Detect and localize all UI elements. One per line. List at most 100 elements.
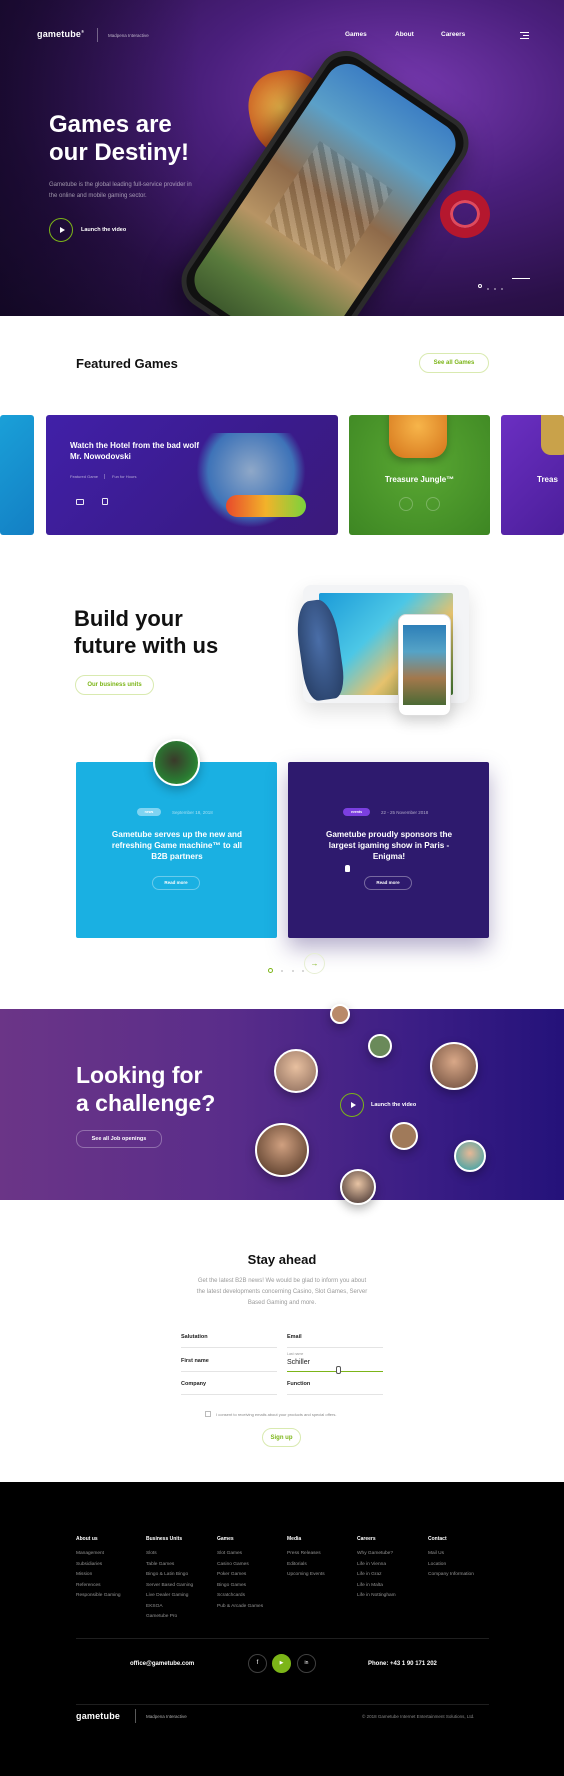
salutation-field[interactable]: Salutation bbox=[181, 1334, 208, 1340]
footer-link[interactable]: Subsidiaries bbox=[76, 1562, 102, 1567]
footer-link[interactable]: Mission bbox=[76, 1572, 92, 1577]
hero-next-arrow[interactable] bbox=[512, 278, 530, 279]
footer-link[interactable]: Poker Games bbox=[217, 1572, 246, 1577]
facebook-icon[interactable]: f bbox=[248, 1654, 267, 1673]
footer-link[interactable]: EKSOA bbox=[146, 1604, 163, 1609]
news-next-arrow-icon[interactable]: → bbox=[304, 953, 325, 974]
team-avatar bbox=[390, 1122, 418, 1150]
launch-video-label[interactable]: Launch the video bbox=[371, 1102, 416, 1108]
news-title[interactable]: Gametube proudly sponsors the largest ig… bbox=[322, 829, 456, 862]
footer-link[interactable]: Life in Vienna bbox=[357, 1562, 386, 1567]
phone-mockup-small bbox=[398, 614, 451, 716]
see-all-games-button[interactable]: See all Games bbox=[419, 353, 489, 373]
footer-link[interactable]: Pub & Arcade Games bbox=[217, 1604, 263, 1609]
news-title[interactable]: Gametube serves up the new and refreshin… bbox=[110, 829, 244, 862]
footer-link[interactable]: Management bbox=[76, 1551, 104, 1556]
challenge-title: Looking for a challenge? bbox=[76, 1062, 216, 1116]
sign-up-button[interactable]: Sign up bbox=[262, 1428, 301, 1447]
game-card-featured[interactable]: Watch the Hotel from the bad wolf Mr. No… bbox=[46, 415, 338, 535]
footer-link[interactable]: Server Based Gaming bbox=[146, 1583, 193, 1588]
newsletter-text: Get the latest B2B news! We would be gla… bbox=[196, 1278, 368, 1306]
footer-link[interactable]: Casino Games bbox=[217, 1562, 249, 1567]
last-name-input[interactable]: Schiller bbox=[287, 1359, 310, 1366]
function-field[interactable]: Function bbox=[287, 1381, 310, 1387]
read-more-button[interactable]: Read more bbox=[364, 876, 412, 890]
hero-slider-dots[interactable] bbox=[478, 277, 508, 295]
footer-link[interactable]: Gametube Pro bbox=[146, 1614, 177, 1619]
challenge-section: Looking for a challenge? See all Job open… bbox=[0, 1004, 564, 1205]
team-avatar bbox=[454, 1140, 486, 1172]
footer-link[interactable]: Location bbox=[428, 1562, 446, 1567]
dragon-tail-illustration bbox=[440, 190, 490, 238]
footer-link[interactable]: Slots bbox=[146, 1551, 157, 1556]
footer-link[interactable]: Bingo & Latin Bingo bbox=[146, 1572, 188, 1577]
logo[interactable]: gametube® bbox=[37, 29, 84, 39]
footer-link[interactable]: Press Releases bbox=[287, 1551, 321, 1556]
game-card-next[interactable]: Treas bbox=[501, 415, 564, 535]
email-field[interactable]: Email bbox=[287, 1334, 302, 1340]
nav-about[interactable]: About bbox=[395, 31, 414, 38]
consent-checkbox[interactable] bbox=[205, 1411, 211, 1417]
business-units-button[interactable]: Our business units bbox=[75, 675, 154, 695]
footer-link[interactable]: Editorials bbox=[287, 1562, 307, 1567]
footer-link[interactable]: Live Dealer Gaming bbox=[146, 1593, 188, 1598]
footer-link[interactable]: Scratchcards bbox=[217, 1593, 245, 1598]
newsletter-title: Stay ahead bbox=[247, 1252, 317, 1267]
footer-link[interactable]: Bingo Games bbox=[217, 1583, 246, 1588]
footer-column-heading: Contact bbox=[428, 1536, 447, 1542]
footer-link[interactable]: Mail Us bbox=[428, 1551, 444, 1556]
cursor-icon bbox=[345, 865, 350, 872]
youtube-icon[interactable]: ▶ bbox=[272, 1654, 291, 1673]
nav-careers[interactable]: Careers bbox=[441, 31, 465, 38]
footer-divider bbox=[76, 1704, 489, 1705]
mobile-icon bbox=[426, 497, 440, 511]
hand-cursor-icon bbox=[336, 1366, 341, 1374]
game-card-treasure-jungle[interactable]: Treasure Jungle™ bbox=[349, 415, 490, 535]
news-avatar bbox=[153, 739, 200, 786]
footer-link[interactable]: Upcoming Events bbox=[287, 1572, 325, 1577]
game-app-icon bbox=[541, 415, 564, 455]
read-more-button[interactable]: Read more bbox=[152, 876, 200, 890]
hamburger-icon[interactable] bbox=[520, 32, 529, 41]
company-field[interactable]: Company bbox=[181, 1381, 206, 1387]
desktop-icon bbox=[76, 499, 84, 505]
news-card[interactable]: events 22 - 25 November 2018 Gametube pr… bbox=[288, 762, 489, 938]
footer-link[interactable]: Life in Malta bbox=[357, 1583, 383, 1588]
footer-link[interactable]: Life in Graz bbox=[357, 1572, 382, 1577]
linkedin-icon[interactable]: in bbox=[297, 1654, 316, 1673]
footer-link[interactable]: Life in Nottingham bbox=[357, 1593, 396, 1598]
footer-link[interactable]: Company Information bbox=[428, 1572, 474, 1577]
bear-app-icon bbox=[389, 415, 447, 458]
field-underline bbox=[181, 1394, 277, 1395]
play-video-button[interactable] bbox=[340, 1093, 364, 1117]
footer-logo[interactable]: gametube bbox=[76, 1711, 120, 1721]
footer-column-heading: Careers bbox=[357, 1536, 376, 1542]
job-openings-button[interactable]: See all Job openings bbox=[76, 1130, 162, 1148]
news-date: 22 - 25 November 2018 bbox=[381, 810, 429, 815]
footer-column-heading: About us bbox=[76, 1536, 98, 1542]
game-card-prev[interactable] bbox=[0, 415, 34, 535]
footer-link[interactable]: Why Gametube? bbox=[357, 1551, 393, 1556]
game-card-title: Treasure Jungle™ bbox=[384, 475, 455, 484]
phone-mockup bbox=[170, 40, 480, 316]
hero-text: Gametube is the global leading full-serv… bbox=[49, 182, 192, 199]
footer-email[interactable]: office@gametube.com bbox=[130, 1661, 194, 1667]
play-video-button[interactable] bbox=[49, 218, 73, 242]
footer-link[interactable]: Slot Games bbox=[217, 1551, 242, 1556]
launch-video-label[interactable]: Launch the video bbox=[81, 227, 126, 233]
nav-games[interactable]: Games bbox=[345, 31, 367, 38]
mobile-icon bbox=[102, 498, 108, 505]
consent-label: I consent to receiving emails about your… bbox=[216, 1412, 337, 1417]
build-title: Build your future with us bbox=[74, 606, 219, 658]
footer: About us Management Subsidiaries Mission Ref… bbox=[0, 1482, 564, 1776]
footer-link[interactable]: Table Games bbox=[146, 1562, 174, 1567]
footer-link[interactable]: Responsible Gaming bbox=[76, 1593, 121, 1598]
first-name-field[interactable]: First name bbox=[181, 1358, 209, 1364]
desktop-icon bbox=[399, 497, 413, 511]
footer-logo-subtitle: Madpena Interactive bbox=[146, 1714, 187, 1719]
footer-link[interactable]: References bbox=[76, 1583, 101, 1588]
blaster-illustration bbox=[226, 495, 306, 517]
logo-divider bbox=[97, 28, 98, 42]
news-slider-dots[interactable] bbox=[268, 962, 305, 980]
news-card[interactable]: news September 18, 2018 Gametube serves … bbox=[76, 762, 277, 938]
